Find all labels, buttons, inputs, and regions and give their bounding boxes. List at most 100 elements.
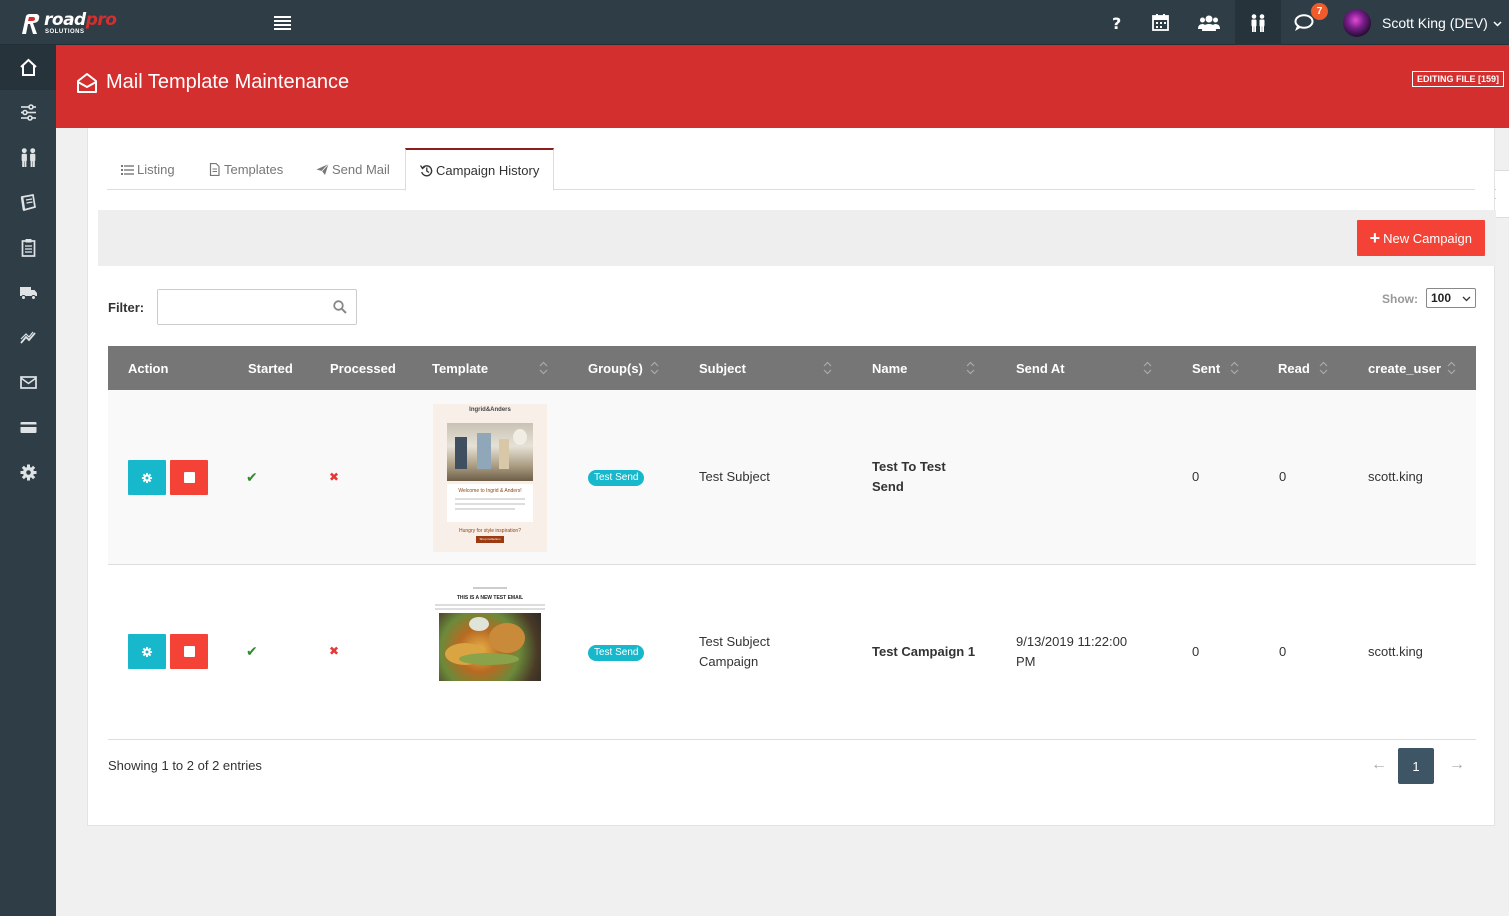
plus-icon: + bbox=[1369, 228, 1381, 248]
filter-field bbox=[157, 289, 357, 325]
sort-icon[interactable] bbox=[539, 360, 548, 376]
thumb-cta: Hungry for style inspiration? bbox=[459, 528, 521, 534]
stop-button[interactable] bbox=[170, 634, 208, 669]
sidebar-item-shipping[interactable] bbox=[0, 270, 56, 315]
page-1-button[interactable]: 1 bbox=[1398, 748, 1434, 784]
sort-icon[interactable] bbox=[1230, 360, 1239, 376]
page-header: Mail Template Maintenance EDITING FILE [… bbox=[56, 45, 1509, 128]
gear-icon bbox=[20, 464, 36, 481]
prev-page-button[interactable]: ← bbox=[1371, 756, 1387, 774]
stop-button[interactable] bbox=[170, 460, 208, 495]
next-page-button[interactable]: → bbox=[1449, 756, 1465, 774]
entries-info: Showing 1 to 2 of 2 entries bbox=[108, 758, 262, 773]
sliders-icon bbox=[20, 104, 36, 121]
sidebar-item-billing[interactable] bbox=[0, 405, 56, 450]
col-subject[interactable]: Subject bbox=[699, 346, 746, 390]
user-menu[interactable]: Scott King (DEV) bbox=[1343, 8, 1502, 38]
filter-input[interactable] bbox=[158, 290, 328, 324]
col-processed: Processed bbox=[330, 360, 396, 376]
stop-icon bbox=[183, 472, 195, 483]
tab-send-mail[interactable]: Send Mail bbox=[302, 148, 404, 190]
show-label: Show: bbox=[1382, 292, 1418, 306]
template-thumbnail[interactable]: THIS IS A NEW TEST EMAIL bbox=[433, 585, 547, 681]
users-icon[interactable] bbox=[1186, 0, 1232, 45]
read-cell: 0 bbox=[1279, 469, 1287, 484]
col-template[interactable]: Template bbox=[432, 346, 488, 390]
tab-templates[interactable]: Templates bbox=[194, 148, 297, 190]
sort-icon[interactable] bbox=[1319, 360, 1328, 376]
send-at-cell: 9/13/2019 11:22:00 PM bbox=[1016, 634, 1128, 669]
group-badge: Test Send bbox=[588, 645, 645, 661]
thumb-food-photo bbox=[439, 613, 541, 681]
col-started: Started bbox=[248, 360, 293, 376]
sidebar-item-settings[interactable] bbox=[0, 90, 56, 135]
sort-icon[interactable] bbox=[966, 360, 975, 376]
create-user-cell: scott.king bbox=[1368, 644, 1423, 659]
subject-cell: Test Subject bbox=[699, 469, 770, 484]
mail-icon bbox=[19, 376, 37, 389]
settings-button[interactable] bbox=[128, 460, 166, 495]
col-sent[interactable]: Sent bbox=[1192, 346, 1220, 390]
template-thumbnail[interactable]: Ingrid&Anders Welcome to Ingrid & Anders… bbox=[433, 404, 547, 552]
sort-icon[interactable] bbox=[1143, 360, 1152, 376]
read-cell: 0 bbox=[1279, 644, 1287, 659]
table-row: ✔ ✖ Ingrid&Anders Welcome to Ingrid & An… bbox=[108, 390, 1476, 565]
new-campaign-button[interactable]: + New Campaign bbox=[1356, 220, 1485, 256]
brand-logo[interactable]: roadpro SOLUTIONS bbox=[18, 10, 128, 36]
top-navbar: roadpro SOLUTIONS ? 7 Scott King (DEV) bbox=[0, 0, 1509, 45]
sidebar-item-clipboard[interactable] bbox=[0, 225, 56, 270]
people-icon[interactable] bbox=[1235, 0, 1281, 45]
home-icon bbox=[19, 58, 37, 76]
group-badge: Test Send bbox=[588, 470, 645, 486]
clipboard-icon bbox=[21, 239, 35, 257]
settings-button[interactable] bbox=[128, 634, 166, 669]
tab-campaign-history[interactable]: Campaign History bbox=[405, 148, 555, 191]
create-user-cell: scott.king bbox=[1368, 469, 1423, 484]
file-icon bbox=[209, 162, 220, 176]
table-header: Action Started Processed Template Group(… bbox=[108, 346, 1476, 390]
col-groups[interactable]: Group(s) bbox=[588, 346, 643, 390]
card-icon bbox=[20, 422, 36, 433]
help-icon[interactable]: ? bbox=[1094, 0, 1140, 45]
gear-icon bbox=[141, 472, 153, 483]
page-title: Mail Template Maintenance bbox=[77, 71, 349, 94]
col-name[interactable]: Name bbox=[872, 346, 907, 390]
sort-icon[interactable] bbox=[1447, 360, 1456, 376]
sidebar-item-home[interactable] bbox=[0, 45, 56, 90]
paper-plane-icon bbox=[316, 163, 329, 175]
sidebar-item-mail[interactable] bbox=[0, 360, 56, 405]
started-check-icon: ✔ bbox=[246, 469, 258, 485]
tab-listing[interactable]: Listing bbox=[107, 148, 189, 190]
calendar-icon[interactable] bbox=[1137, 0, 1183, 45]
thumb-button: Shop Collection bbox=[476, 536, 504, 543]
sidebar-item-catalog[interactable] bbox=[0, 180, 56, 225]
logo-subtitle: SOLUTIONS bbox=[45, 29, 85, 35]
col-send-at[interactable]: Send At bbox=[1016, 346, 1065, 390]
col-read[interactable]: Read bbox=[1278, 346, 1310, 390]
list-icon bbox=[121, 164, 134, 175]
envelope-open-icon bbox=[77, 72, 97, 93]
sort-icon[interactable] bbox=[650, 360, 659, 376]
menu-toggle-icon[interactable] bbox=[273, 14, 293, 32]
book-icon bbox=[20, 194, 36, 212]
sidebar-item-config[interactable] bbox=[0, 450, 56, 495]
action-toolbar: + New Campaign bbox=[98, 210, 1496, 266]
page-size-select[interactable]: 100 bbox=[1426, 288, 1476, 308]
tab-bar: Listing Templates Send Mail Campaign His… bbox=[107, 148, 1475, 191]
processed-x-icon: ✖ bbox=[329, 470, 340, 484]
campaign-table: Action Started Processed Template Group(… bbox=[108, 346, 1476, 740]
col-create-user[interactable]: create_user bbox=[1368, 346, 1441, 390]
sidebar-item-reports[interactable] bbox=[0, 315, 56, 360]
thumb-photo bbox=[447, 423, 533, 481]
name-cell: Test To Test Send bbox=[872, 459, 946, 494]
thumb-body: Welcome to Ingrid & Anders! bbox=[447, 484, 533, 522]
editing-file-badge: EDITING FILE [159] bbox=[1411, 71, 1504, 87]
sort-icon[interactable] bbox=[823, 360, 832, 376]
svg-text:?: ? bbox=[1112, 15, 1121, 31]
chevron-down-icon bbox=[1493, 20, 1502, 27]
sidebar-item-people[interactable] bbox=[0, 135, 56, 180]
sidebar bbox=[0, 45, 56, 916]
search-icon[interactable] bbox=[333, 300, 347, 314]
sent-cell: 0 bbox=[1192, 644, 1200, 659]
user-name: Scott King (DEV) bbox=[1382, 15, 1488, 31]
